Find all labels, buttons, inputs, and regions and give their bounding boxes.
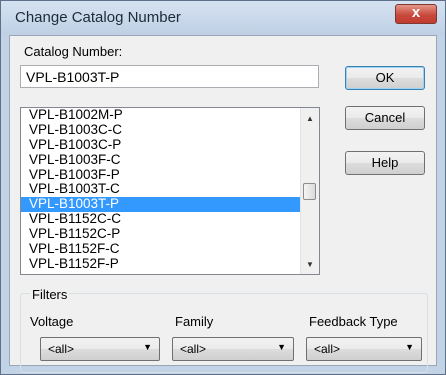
catalog-list[interactable]: VPL-B1002M-P VPL-B1003C-C VPL-B1003C-P V… <box>20 107 320 275</box>
catalog-number-label: Catalog Number: <box>24 44 123 59</box>
list-item-selected[interactable]: VPL-B1003T-P <box>21 197 300 213</box>
family-value: <all> <box>180 342 207 356</box>
list-item[interactable]: VPL-B1152F-C <box>21 242 300 257</box>
catalog-list-items: VPL-B1002M-P VPL-B1003C-C VPL-B1003C-P V… <box>21 108 300 272</box>
list-item[interactable]: VPL-B1152C-P <box>21 227 300 242</box>
scroll-down-icon[interactable]: ▼ <box>301 256 319 274</box>
feedback-type-label: Feedback Type <box>309 314 398 329</box>
family-label: Family <box>175 314 214 329</box>
family-select[interactable]: <all> ▼ <box>172 337 294 361</box>
scroll-up-icon[interactable]: ▲ <box>301 110 319 128</box>
filters-group <box>20 293 428 373</box>
feedback-type-select[interactable]: <all> ▼ <box>306 337 422 361</box>
voltage-value: <all> <box>48 342 75 356</box>
voltage-select[interactable]: <all> ▼ <box>40 337 160 361</box>
list-scrollbar[interactable]: ▲ ▼ <box>300 108 319 274</box>
feedback-type-value: <all> <box>314 342 341 356</box>
list-item[interactable]: VPL-B1003T-C <box>21 182 300 197</box>
catalog-number-input[interactable]: VPL-B1003T-P <box>20 65 319 88</box>
ok-button[interactable]: OK <box>345 66 425 90</box>
scroll-thumb[interactable] <box>303 183 316 200</box>
list-item[interactable]: VPL-B1003F-P <box>21 168 300 183</box>
chevron-down-icon: ▼ <box>405 342 414 352</box>
cancel-button[interactable]: Cancel <box>345 106 425 130</box>
chevron-down-icon: ▼ <box>143 342 152 352</box>
dialog-title: Change Catalog Number <box>15 9 181 26</box>
chevron-down-icon: ▼ <box>277 342 286 352</box>
filters-title: Filters <box>30 287 70 302</box>
close-icon: x <box>411 4 421 21</box>
list-item[interactable]: VPL-B1152C-C <box>21 212 300 227</box>
title-bar[interactable]: Change Catalog Number x <box>1 1 445 35</box>
close-button[interactable]: x <box>395 4 437 24</box>
voltage-label: Voltage <box>30 314 74 329</box>
list-item[interactable]: VPL-B1003C-P <box>21 138 300 153</box>
list-item[interactable]: VPL-B1003C-C <box>21 123 300 138</box>
list-item[interactable]: VPL-B1002M-P <box>21 108 300 123</box>
help-button[interactable]: Help <box>345 151 425 175</box>
list-item[interactable]: VPL-B1152F-P <box>21 257 300 272</box>
list-item[interactable]: VPL-B1003F-C <box>21 153 300 168</box>
